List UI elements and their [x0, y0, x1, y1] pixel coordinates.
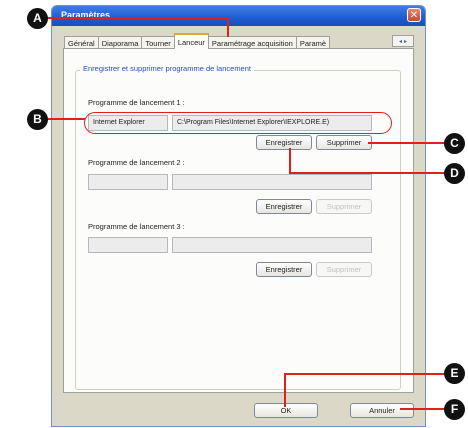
callout-f-marker: F: [444, 399, 465, 420]
close-button[interactable]: ✕: [407, 8, 421, 22]
callout-d-line-down: [289, 148, 291, 173]
ok-button[interactable]: OK: [254, 403, 318, 418]
tab-bar: Général Diaporama Tourner Lanceur Paramétrag…: [64, 33, 354, 49]
callout-e-line-down: [284, 373, 286, 407]
launcher-3-label: Programme de lancement 3 :: [88, 222, 185, 231]
launcher-2-path-field[interactable]: [172, 174, 372, 190]
callout-a-line-down: [227, 17, 229, 37]
launcher-1-highlight: [84, 112, 392, 134]
tab-scroll-left-icon[interactable]: ◂: [399, 38, 402, 45]
tab-lanceur[interactable]: Lanceur: [173, 33, 209, 49]
launcher-2-name-field[interactable]: [88, 174, 168, 190]
cancel-button[interactable]: Annuler: [350, 403, 414, 418]
title-bar: Paramètres ✕: [52, 6, 425, 26]
callout-c-line: [368, 142, 446, 144]
launcher-1-delete-button[interactable]: Supprimer: [316, 135, 372, 150]
callout-d-marker: D: [444, 163, 465, 184]
callout-d-line: [289, 172, 446, 174]
launcher-3-name-field[interactable]: [88, 237, 168, 253]
launcher-2-delete-button: Supprimer: [316, 199, 372, 214]
callout-f-line: [400, 408, 446, 410]
tab-scroll-arrows[interactable]: ◂ ▸: [392, 35, 414, 47]
callout-e-marker: E: [444, 363, 465, 384]
launcher-1-save-button[interactable]: Enregistrer: [256, 135, 312, 150]
launcher-2-label: Programme de lancement 2 :: [88, 158, 185, 167]
launcher-3-delete-button: Supprimer: [316, 262, 372, 277]
tab-scroll-right-icon[interactable]: ▸: [404, 38, 407, 45]
launcher-2-save-button[interactable]: Enregistrer: [256, 199, 312, 214]
launcher-3-save-button[interactable]: Enregistrer: [256, 262, 312, 277]
callout-b-marker: B: [27, 109, 48, 130]
callout-a-line: [40, 17, 228, 19]
callout-c-marker: C: [444, 133, 465, 154]
group-title: Enregistrer et supprimer programme de la…: [80, 64, 254, 73]
callout-e-line: [284, 373, 446, 375]
launcher-3-path-field[interactable]: [172, 237, 372, 253]
launcher-1-label: Programme de lancement 1 :: [88, 98, 185, 107]
callout-a-marker: A: [27, 8, 48, 29]
